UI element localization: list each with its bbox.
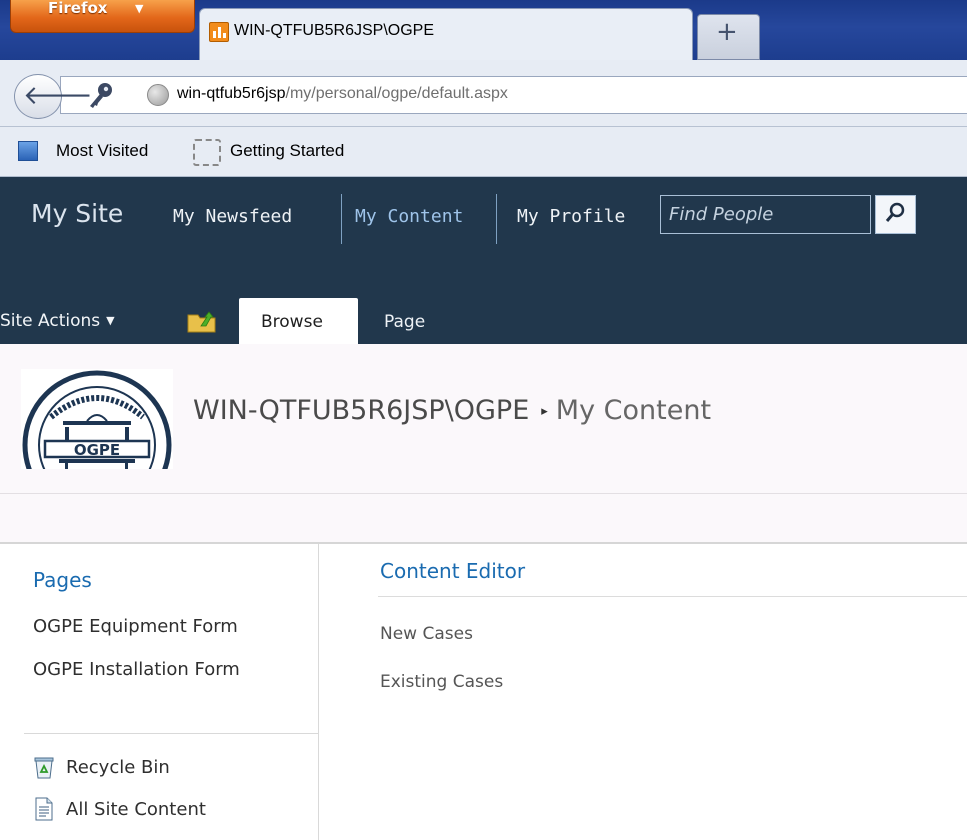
bookmarks-folder-icon xyxy=(18,141,38,161)
url-bar[interactable]: win-qtfub5r6jsp/my/personal/ogpe/default… xyxy=(60,76,967,114)
breadcrumb: WIN-QTFUB5R6JSP\OGPE ▸ My Content xyxy=(193,395,711,426)
navigate-up-folder-icon[interactable] xyxy=(187,309,217,333)
nav-my-newsfeed[interactable]: My Newsfeed xyxy=(173,206,292,227)
breadcrumb-current: My Content xyxy=(555,395,712,426)
ribbon-tab-row: Site Actions ▼ Browse Page xyxy=(0,297,967,344)
bookmark-getting-started[interactable]: Getting Started xyxy=(230,141,344,161)
recycle-bin-icon xyxy=(34,757,54,779)
browser-tab-bar: Firefox ▼ WIN-QTFUB5R6JSP\OGPE + xyxy=(0,0,967,60)
ribbon-tab-browse[interactable]: Browse xyxy=(239,298,358,344)
back-button[interactable]: 🡐 xyxy=(14,74,93,119)
breadcrumb-site-link[interactable]: WIN-QTFUB5R6JSP\OGPE xyxy=(193,395,529,426)
site-title[interactable]: My Site xyxy=(31,199,123,228)
recycle-bin-link[interactable]: Recycle Bin xyxy=(66,757,170,778)
web-part-title[interactable]: Content Editor xyxy=(380,559,525,583)
plus-icon: + xyxy=(716,17,738,47)
web-part-title-rule xyxy=(378,596,967,597)
chevron-down-icon: ▼ xyxy=(135,2,144,15)
firefox-menu-label: Firefox xyxy=(48,0,108,17)
document-icon xyxy=(35,797,53,821)
nav-my-content[interactable]: My Content xyxy=(355,206,463,227)
site-actions-menu[interactable]: Site Actions ▼ xyxy=(0,311,115,331)
bookmark-most-visited[interactable]: Most Visited xyxy=(56,141,148,161)
all-site-content-link[interactable]: All Site Content xyxy=(66,799,206,820)
quick-launch-item[interactable]: OGPE Equipment Form xyxy=(33,616,238,637)
breadcrumb-arrow-icon: ▸ xyxy=(541,404,548,419)
nav-my-profile[interactable]: My Profile xyxy=(517,206,625,227)
caret-down-icon: ▼ xyxy=(106,314,115,327)
search-icon xyxy=(885,202,905,222)
globe-icon xyxy=(147,84,169,106)
nav-divider xyxy=(341,194,342,244)
new-tab-button[interactable]: + xyxy=(697,14,760,60)
bookmarks-toolbar: Most Visited Getting Started xyxy=(0,127,967,177)
quick-launch: Pages OGPE Equipment Form OGPE Installat… xyxy=(0,544,319,840)
page-title-area: OGPE WIN-QTFUB5R6JSP\OGPE ▸ My Content xyxy=(0,344,967,494)
new-cases-link[interactable]: New Cases xyxy=(380,624,473,644)
sharepoint-favicon-icon xyxy=(209,22,229,42)
top-link-band xyxy=(0,494,967,544)
browser-nav-bar: win-qtfub5r6jsp/my/personal/ogpe/default… xyxy=(0,60,967,127)
quick-launch-item[interactable]: OGPE Installation Form xyxy=(33,659,240,680)
nav-divider xyxy=(496,194,497,244)
ogpe-seal-logo[interactable]: OGPE xyxy=(21,369,173,469)
find-people-field[interactable] xyxy=(660,195,871,234)
ribbon-tab-page[interactable]: Page xyxy=(384,312,425,332)
firefox-menu-button[interactable]: Firefox ▼ xyxy=(10,0,195,33)
browser-tab[interactable]: WIN-QTFUB5R6JSP\OGPE xyxy=(199,8,693,60)
existing-cases-link[interactable]: Existing Cases xyxy=(380,672,503,692)
sharepoint-suite-bar: My Site My Newsfeed My Content My Profil… xyxy=(0,177,967,344)
tab-title: WIN-QTFUB5R6JSP\OGPE xyxy=(234,22,435,39)
url-text[interactable]: win-qtfub5r6jsp/my/personal/ogpe/default… xyxy=(177,85,508,103)
main-content: Content Editor New Cases Existing Cases xyxy=(319,544,967,840)
quick-launch-heading-pages[interactable]: Pages xyxy=(33,568,92,592)
back-arrow-icon: 🡐 xyxy=(23,81,93,111)
search-button[interactable] xyxy=(875,195,916,234)
empty-page-icon xyxy=(193,139,221,166)
logo-text: OGPE xyxy=(74,441,120,459)
quick-launch-divider xyxy=(24,733,319,734)
find-people-input[interactable] xyxy=(661,196,870,233)
